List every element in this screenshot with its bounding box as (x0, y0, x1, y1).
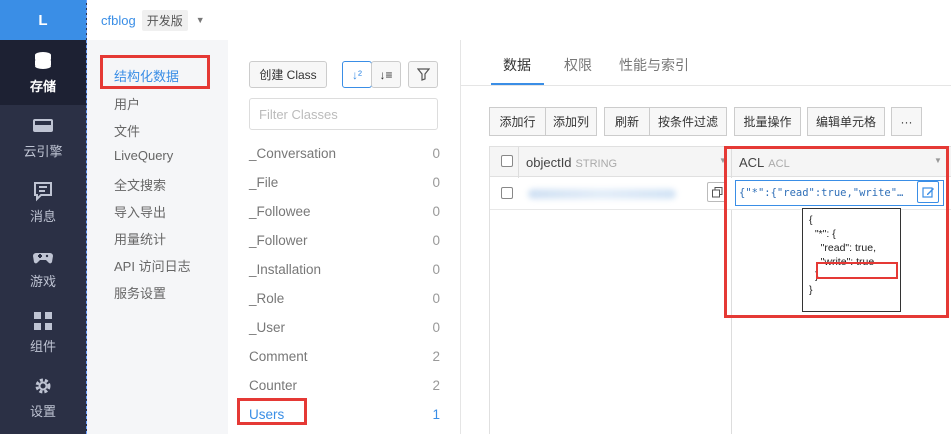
filter-icon (416, 68, 430, 81)
app-logo[interactable]: L (0, 0, 86, 40)
class-name: _Role (249, 291, 285, 306)
tab-divider (461, 85, 951, 86)
class-name: _File (249, 175, 279, 190)
highlight-box (237, 398, 307, 425)
class-item[interactable]: Comment 2 (249, 349, 440, 364)
tab-indexes[interactable]: 性能与索引 (619, 55, 689, 75)
cloud-engine-icon (33, 119, 53, 132)
select-all-checkbox[interactable] (501, 155, 513, 167)
class-count: 2 (432, 349, 440, 364)
edit-cell-button[interactable]: 编辑单元格 (807, 107, 885, 136)
class-item[interactable]: Counter 2 (249, 378, 440, 393)
more-button[interactable]: ··· (891, 107, 922, 136)
subnav-item-import-export[interactable]: 导入导出 (114, 202, 166, 221)
sort-desc-button[interactable]: ↓≡ (371, 61, 401, 88)
nav-item-label: 组件 (29, 339, 56, 354)
topbar: cfblog 开发版 ▼ (87, 0, 951, 40)
class-name: _Follower (249, 233, 308, 248)
row-checkbox[interactable] (501, 187, 513, 199)
class-name: _Followee (249, 204, 311, 219)
subnav-item-service-settings[interactable]: 服务设置 (114, 283, 166, 302)
nav-item-games[interactable]: 游戏 (0, 235, 86, 300)
tab-permissions[interactable]: 权限 (564, 55, 592, 75)
subnav-item-files[interactable]: 文件 (114, 121, 140, 140)
filter-by-condition-button[interactable]: 按条件过滤 (649, 107, 727, 136)
subnav-item-livequery[interactable]: LiveQuery (114, 148, 173, 163)
nav-item-label: 设置 (29, 404, 56, 419)
class-count: 0 (432, 175, 440, 190)
nav-item-label: 消息 (29, 209, 56, 224)
class-item[interactable]: _Installation 0 (249, 262, 440, 277)
class-count: 0 (432, 146, 440, 161)
class-item[interactable]: _Conversation 0 (249, 146, 440, 161)
subnav-item-users[interactable]: 用户 (114, 94, 140, 113)
nav-item-cloud-engine[interactable]: 云引擎 (0, 105, 86, 170)
nav-item-messages[interactable]: 消息 (0, 170, 86, 235)
class-count: 0 (432, 320, 440, 335)
nav-item-components[interactable]: 组件 (0, 300, 86, 365)
redacted-object-id (528, 189, 676, 199)
main-content: 数据 权限 性能与索引 添加行 添加列 刷新 按条件过滤 批量操作 编辑单元格 … (461, 40, 951, 434)
subnav-item-api-log[interactable]: API 访问日志 (114, 256, 191, 275)
class-count: 0 (432, 204, 440, 219)
class-item[interactable]: _Followee 0 (249, 204, 440, 219)
class-name: _Installation (249, 262, 322, 277)
storage-subnav: 结构化数据 用户 文件 LiveQuery 全文搜索 导入导出 用量统计 API… (87, 40, 228, 434)
chevron-down-icon[interactable]: ▼ (196, 15, 205, 25)
sort-icon: ↓² (352, 67, 362, 82)
nav-item-storage[interactable]: 存储 (0, 40, 86, 105)
nav-item-label: 存储 (29, 79, 56, 94)
filter-classes-input[interactable]: Filter Classes (249, 98, 438, 130)
active-tab-indicator (491, 83, 544, 85)
subnav-item-usage-stats[interactable]: 用量统计 (114, 229, 166, 248)
class-item[interactable]: _Role 0 (249, 291, 440, 306)
gamepad-icon (33, 253, 53, 264)
gear-icon (35, 378, 51, 394)
class-count: 0 (432, 233, 440, 248)
nav-item-label: 游戏 (29, 274, 56, 289)
sort-asc-button[interactable]: ↓² (342, 61, 372, 88)
class-count: 1 (432, 407, 440, 422)
create-class-button[interactable]: 创建 Class (249, 61, 327, 88)
class-item[interactable]: _User 0 (249, 320, 440, 335)
tab-data[interactable]: 数据 (503, 55, 531, 75)
column-name: objectId (526, 155, 572, 170)
filter-button[interactable] (408, 61, 438, 88)
class-item[interactable]: _File 0 (249, 175, 440, 190)
database-icon (35, 52, 51, 69)
batch-ops-button[interactable]: 批量操作 (734, 107, 801, 136)
refresh-button[interactable]: 刷新 (604, 107, 650, 136)
nav-item-label: 云引擎 (23, 144, 63, 159)
highlight-box (724, 146, 949, 318)
subnav-item-fulltext-search[interactable]: 全文搜索 (114, 175, 166, 194)
column-type: STRING (575, 158, 618, 170)
components-icon (34, 312, 52, 330)
add-row-button[interactable]: 添加行 (489, 107, 546, 136)
class-count: 0 (432, 291, 440, 306)
edition-badge: 开发版 (141, 9, 188, 31)
main-nav: L 存储 云引擎 消息 游戏 组件 设置 (0, 0, 87, 434)
class-count: 2 (432, 378, 440, 393)
app-name[interactable]: cfblog (101, 13, 136, 28)
class-item[interactable]: _Follower 0 (249, 233, 440, 248)
class-name: _User (249, 320, 286, 335)
highlight-box (100, 55, 210, 89)
add-column-button[interactable]: 添加列 (545, 107, 597, 136)
class-count: 0 (432, 262, 440, 277)
sort-list-icon: ↓≡ (379, 67, 393, 82)
column-divider (518, 147, 519, 178)
class-name: _Conversation (249, 146, 337, 161)
class-panel: 创建 Class ↓² ↓≡ Filter Classes _Conversat… (228, 40, 461, 434)
nav-item-settings[interactable]: 设置 (0, 365, 86, 430)
class-name: Counter (249, 378, 298, 393)
class-name: Comment (249, 349, 308, 364)
copy-icon (711, 186, 722, 197)
column-header-objectid[interactable]: objectId STRING (526, 155, 617, 170)
message-icon (34, 182, 52, 202)
